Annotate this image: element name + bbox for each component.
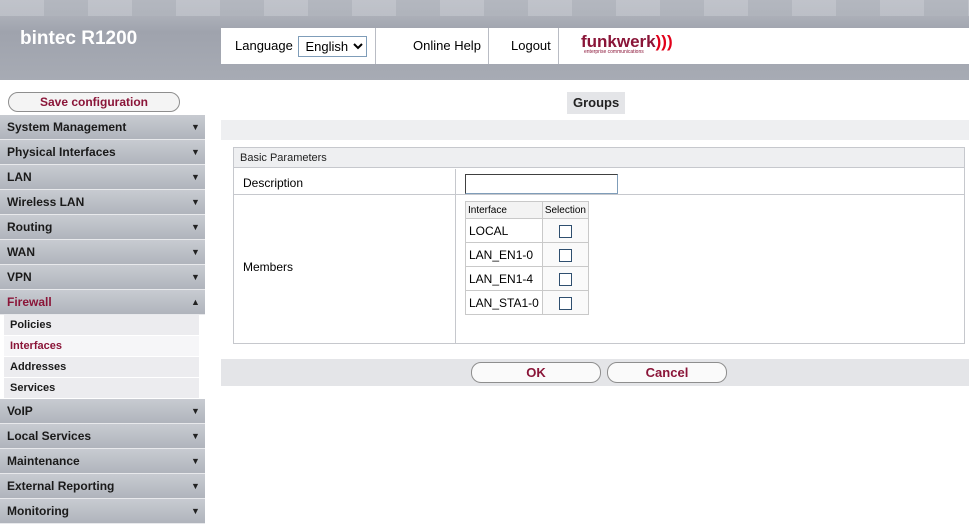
sidebar-item-physical-interfaces[interactable]: Physical Interfaces ▼ xyxy=(0,140,205,165)
language-selector: Language English xyxy=(227,28,377,64)
chevron-down-icon: ▼ xyxy=(191,272,200,282)
interface-name: LAN_EN1-0 xyxy=(465,242,543,267)
selection-checkbox[interactable] xyxy=(558,272,572,286)
selection-cell xyxy=(541,290,589,315)
logout-link[interactable]: Logout xyxy=(504,28,559,64)
selection-checkbox[interactable] xyxy=(558,224,572,238)
interface-name: LOCAL xyxy=(465,218,543,243)
sidebar-item-wan[interactable]: WAN ▼ xyxy=(0,240,205,265)
sidebar-subitem-policies[interactable]: Policies xyxy=(4,315,199,336)
sidebar-item-label: Firewall xyxy=(7,295,52,309)
signal-waves-icon: ))) xyxy=(655,32,673,51)
chevron-down-icon: ▼ xyxy=(191,172,200,182)
button-bar: OK Cancel xyxy=(221,359,969,386)
sidebar-item-lan[interactable]: LAN ▼ xyxy=(0,165,205,190)
description-input[interactable] xyxy=(465,174,618,194)
sidebar-item-system-management[interactable]: System Management ▼ xyxy=(0,115,205,140)
page-title: Groups xyxy=(567,92,626,114)
sidebar-item-label: Wireless LAN xyxy=(7,195,85,209)
online-help-link[interactable]: Online Help xyxy=(406,28,489,64)
interface-name: LAN_EN1-4 xyxy=(465,266,543,291)
chevron-down-icon: ▼ xyxy=(191,506,200,516)
table-header-row: Interface Selection xyxy=(465,201,589,219)
main-content: Groups Basic Parameters Description Memb… xyxy=(221,80,969,521)
sidebar-item-label: Routing xyxy=(7,220,53,234)
chevron-down-icon: ▼ xyxy=(191,122,200,132)
sidebar-item-label: WAN xyxy=(7,245,35,259)
selection-cell xyxy=(541,242,589,267)
sidebar-subitem-services[interactable]: Services xyxy=(4,378,199,399)
header-decoration xyxy=(0,0,969,16)
column-divider xyxy=(455,169,456,343)
interface-name: LAN_STA1-0 xyxy=(465,290,543,315)
column-header-interface: Interface xyxy=(465,201,543,219)
selection-cell xyxy=(541,218,589,243)
sidebar-item-label: Physical Interfaces xyxy=(7,145,116,159)
save-configuration-button[interactable]: Save configuration xyxy=(8,92,180,112)
product-name: bintec R1200 xyxy=(20,28,138,49)
cancel-button[interactable]: Cancel xyxy=(607,362,727,383)
selection-checkbox[interactable] xyxy=(558,248,572,262)
sidebar-item-label: LAN xyxy=(7,170,32,184)
table-row: LAN_STA1-0 xyxy=(465,290,589,315)
sidebar-item-local-services[interactable]: Local Services ▼ xyxy=(0,424,205,449)
chevron-down-icon: ▼ xyxy=(191,406,200,416)
sidebar-subitem-addresses[interactable]: Addresses xyxy=(4,357,199,378)
funkwerk-logo: funkwerk))) enterprise communications xyxy=(581,32,673,55)
table-row: LAN_EN1-4 xyxy=(465,266,589,291)
column-header-selection: Selection xyxy=(541,201,589,219)
table-row: LAN_EN1-0 xyxy=(465,242,589,267)
sidebar-menu: System Management ▼ Physical Interfaces ▼ … xyxy=(0,115,205,524)
members-label: Members xyxy=(243,260,294,274)
sidebar-item-maintenance[interactable]: Maintenance ▼ xyxy=(0,449,205,474)
sidebar-item-label: Maintenance xyxy=(7,454,80,468)
selection-cell xyxy=(541,266,589,291)
members-table: Interface Selection LOCAL LAN_EN1-0 LAN_… xyxy=(465,201,589,315)
header-bar: bintec R1200 Language English Online Hel… xyxy=(0,0,969,80)
sidebar-item-firewall[interactable]: Firewall ▲ xyxy=(0,290,205,315)
sidebar-item-label: Monitoring xyxy=(7,504,69,518)
sidebar-item-wireless-lan[interactable]: Wireless LAN ▼ xyxy=(0,190,205,215)
sidebar-item-label: VoIP xyxy=(7,404,33,418)
chevron-down-icon: ▼ xyxy=(191,147,200,157)
sidebar-item-vpn[interactable]: VPN ▼ xyxy=(0,265,205,290)
sidebar-item-label: Local Services xyxy=(7,429,92,443)
section-heading: Basic Parameters xyxy=(234,148,964,168)
chevron-down-icon: ▼ xyxy=(191,456,200,466)
sidebar-item-routing[interactable]: Routing ▼ xyxy=(0,215,205,240)
title-divider-panel xyxy=(221,120,969,140)
table-row: LOCAL xyxy=(465,218,589,243)
sidebar-item-monitoring[interactable]: Monitoring ▼ xyxy=(0,499,205,524)
sidebar-subitem-interfaces[interactable]: Interfaces xyxy=(4,336,199,357)
sidebar-item-label: System Management xyxy=(7,120,127,134)
language-select[interactable]: English xyxy=(298,36,368,58)
ok-button[interactable]: OK xyxy=(471,362,601,383)
row-divider xyxy=(234,194,964,195)
sidebar: Save configuration System Management ▼ Ph… xyxy=(0,80,205,524)
language-label: Language xyxy=(235,38,293,53)
groups-form: Basic Parameters Description Members Int… xyxy=(233,147,965,344)
chevron-up-icon: ▲ xyxy=(191,297,200,307)
sidebar-item-external-reporting[interactable]: External Reporting ▼ xyxy=(0,474,205,499)
selection-checkbox[interactable] xyxy=(558,296,572,310)
sidebar-item-label: External Reporting xyxy=(7,479,115,493)
sidebar-item-label: VPN xyxy=(7,270,32,284)
chevron-down-icon: ▼ xyxy=(191,222,200,232)
chevron-down-icon: ▼ xyxy=(191,481,200,491)
sidebar-item-voip[interactable]: VoIP ▼ xyxy=(0,399,205,424)
top-nav: Language English Online Help Logout funk… xyxy=(221,28,969,64)
chevron-down-icon: ▼ xyxy=(191,197,200,207)
chevron-down-icon: ▼ xyxy=(191,247,200,257)
chevron-down-icon: ▼ xyxy=(191,431,200,441)
description-label: Description xyxy=(243,176,304,190)
